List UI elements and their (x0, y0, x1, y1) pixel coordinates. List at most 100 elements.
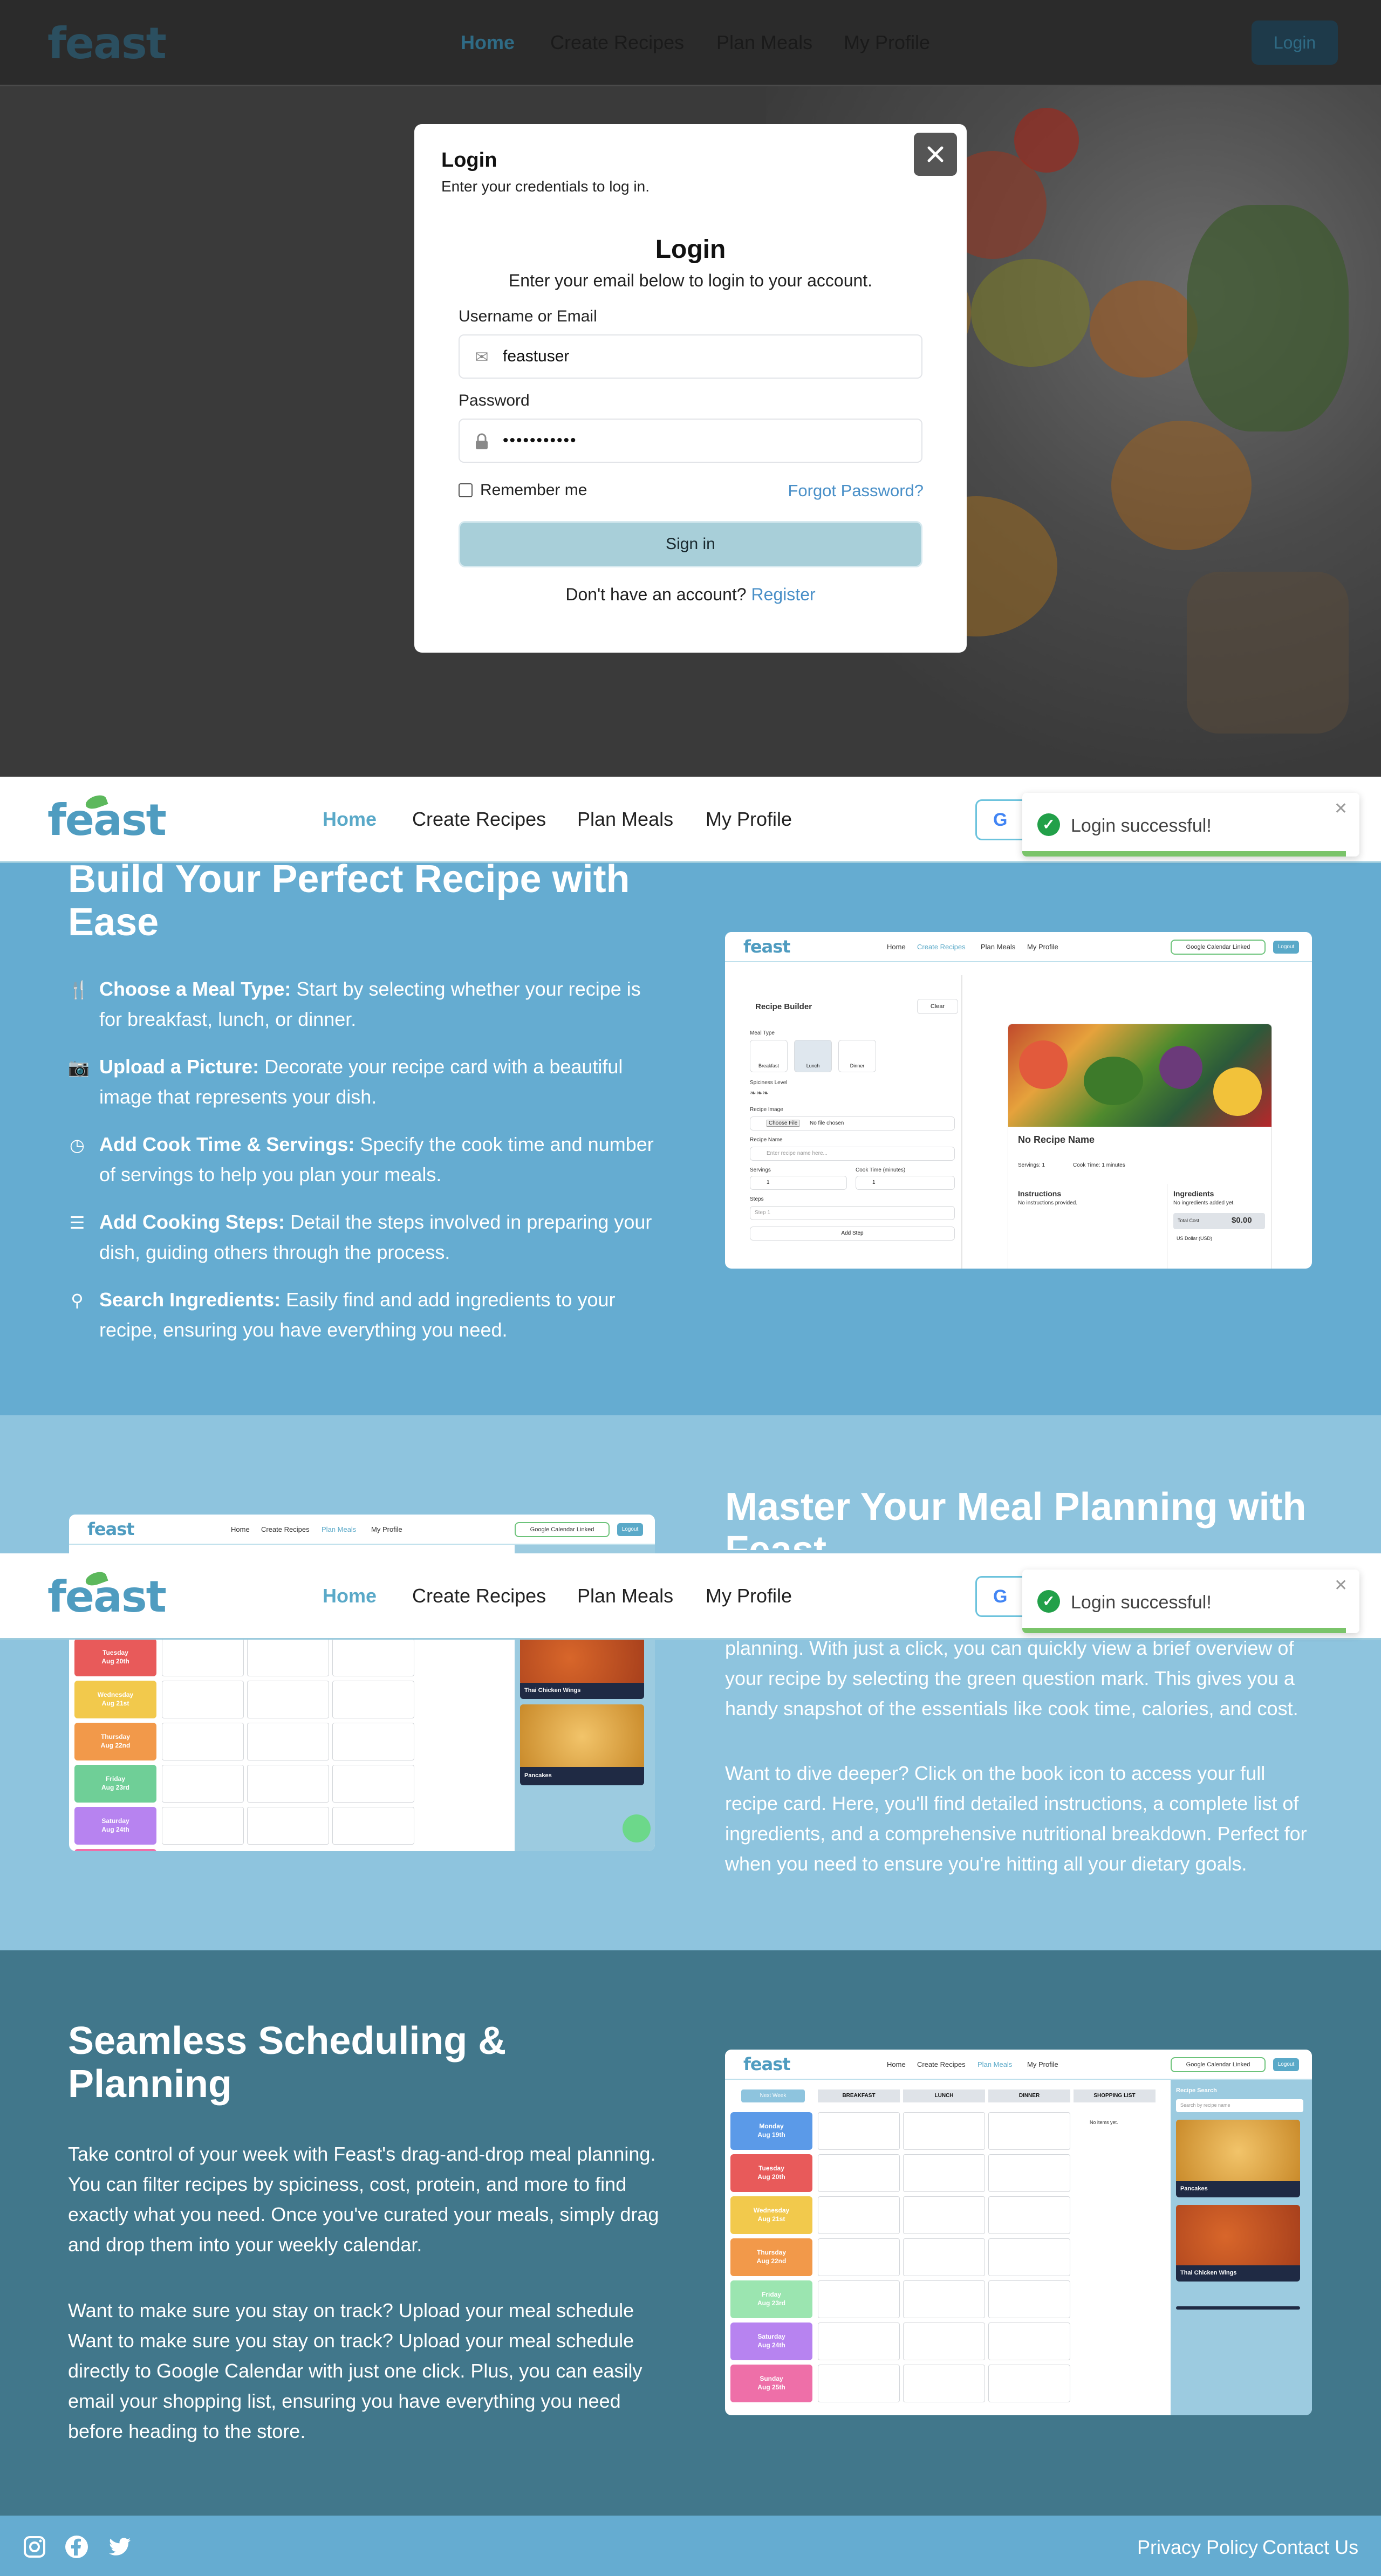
check-icon: ✓ (1037, 1590, 1060, 1613)
mini-no-ingredients: No ingredients added yet. (1173, 1200, 1235, 1206)
toast-progress-bar (1022, 1628, 1346, 1633)
mini-next-week-button: Next Week (741, 2089, 805, 2102)
mini-no-items: No items yet. (1090, 2120, 1118, 2125)
feature-meal-planning: Master Your Meal Planning with Feast pla… (0, 1415, 1381, 1950)
mini-card-cooktime: Cook Time: 1 minutes (1073, 1162, 1125, 1168)
lock-icon (473, 433, 491, 451)
sign-in-button[interactable]: Sign in (459, 521, 922, 567)
remember-label: Remember me (480, 481, 587, 499)
nav-my-profile[interactable]: My Profile (706, 1585, 792, 1607)
mini-day-tuesday: Tuesday Aug 20th (730, 2154, 812, 2192)
close-icon (927, 146, 944, 162)
mini-calendar-button: Google Calendar Linked (1171, 2057, 1266, 2072)
close-icon[interactable]: ✕ (1334, 799, 1348, 818)
feature1-item-picture: 📷 Upload a Picture: Decorate your recipe… (68, 1052, 661, 1112)
mini-nav-home: Home (231, 1525, 250, 1533)
mini-meal-breakfast: Breakfast (750, 1040, 788, 1072)
mini-nav-plan: Plan Meals (322, 1525, 357, 1533)
mini-nav-home: Home (887, 943, 906, 951)
mini-total-value: $0.00 (1232, 1216, 1252, 1225)
mini-builder-title: Recipe Builder (755, 1002, 812, 1011)
feature-scheduling: Seamless Scheduling & Planning Take cont… (0, 1950, 1381, 2516)
mini-col-lunch: LUNCH (903, 2089, 985, 2102)
nav-my-profile-dimmed[interactable]: My Profile (844, 31, 930, 54)
mini-day-tuesday: Tuesday Aug 20th (74, 1639, 156, 1676)
nav-my-profile[interactable]: My Profile (706, 808, 792, 831)
nav-plan-meals[interactable]: Plan Meals (577, 1585, 673, 1607)
mini-nav-create: Create Recipes (917, 2060, 966, 2068)
mini-file-input: Choose File No file chosen (750, 1116, 955, 1131)
mini-meal-dinner: Dinner (838, 1040, 876, 1072)
instagram-icon[interactable] (22, 2534, 47, 2560)
nav-home[interactable]: Home (323, 808, 377, 831)
nav-create-recipes-dimmed[interactable]: Create Recipes (550, 31, 684, 54)
modal-close-button[interactable] (914, 133, 957, 176)
mini-day-sunday: Sunday Aug 25th (730, 2365, 812, 2402)
feature3-paragraph-2: Want to make sure you stay on track? Upl… (68, 2299, 642, 2442)
feature2-title: Master Your Meal Planning with Feast (725, 1485, 1307, 1550)
search-icon: ⚲ (71, 1291, 84, 1310)
nav-create-recipes[interactable]: Create Recipes (412, 1585, 546, 1607)
mini-instructions-title: Instructions (1018, 1189, 1062, 1198)
mini-recipe-label: Thai Chicken Wings (1176, 2265, 1300, 2282)
mini-search-input: Search by recipe name (1176, 2099, 1303, 2112)
nav-create-recipes[interactable]: Create Recipes (412, 808, 546, 831)
check-icon: ✓ (1037, 813, 1060, 836)
mini-logo: feast (87, 1519, 135, 1539)
toast-notification: ✓ Login successful! ✕ (1022, 1570, 1359, 1633)
feature1-title: Build Your Perfect Recipe with Ease (68, 858, 630, 944)
mini-recipe-label: Pancakes (1176, 2181, 1300, 2197)
twitter-icon[interactable] (107, 2534, 133, 2560)
mini-no-file: No file chosen (810, 1120, 844, 1126)
mini-logo: feast (743, 936, 791, 957)
forgot-password-link[interactable]: Forgot Password? (783, 481, 924, 501)
mini-recipe-image (520, 1704, 644, 1769)
mini-recipe-label: Pancakes (520, 1767, 644, 1785)
navbar: feast Home Create Recipes Plan Meals My … (0, 1553, 1381, 1640)
footer: Privacy Policy Contact Us (0, 2516, 1381, 2576)
username-input[interactable]: ✉ feastuser (459, 334, 922, 379)
remember-checkbox[interactable] (459, 483, 473, 497)
mini-recipe-image (1176, 2205, 1300, 2267)
mini-total-cost: Total Cost $0.00 (1173, 1213, 1265, 1229)
feature2-paragraph-1: planning. With just a click, you can qui… (725, 1637, 1298, 1719)
mail-icon: ✉ (475, 348, 489, 366)
feature1-item-cook-time: ◷ Add Cook Time & Servings: Specify the … (68, 1129, 661, 1190)
mini-day-friday: Friday Aug 23rd (730, 2280, 812, 2318)
password-input[interactable]: ••••••••••• (459, 419, 922, 463)
mini-nav-profile: My Profile (1027, 2060, 1058, 2068)
close-icon[interactable]: ✕ (1334, 1576, 1348, 1595)
footer-contact-link[interactable]: Contact Us (1262, 2536, 1358, 2559)
mini-recipe-image (1008, 1024, 1271, 1127)
list-icon: ☰ (69, 1213, 85, 1232)
camera-icon: 📷 (68, 1058, 90, 1077)
nav-plan-meals-dimmed[interactable]: Plan Meals (716, 31, 812, 54)
feature1-item-steps: ☰ Add Cooking Steps: Detail the steps in… (68, 1207, 661, 1268)
mini-clear-button: Clear (917, 999, 958, 1014)
modal-header-title: Login (441, 149, 497, 172)
mini-col-dinner: DINNER (988, 2089, 1070, 2102)
feature1-item-ingredients: ⚲ Search Ingredients: Easily find and ad… (68, 1285, 661, 1345)
mini-calendar-button: Google Calendar Linked (515, 1522, 610, 1537)
toast-message: Login successful! (1071, 1592, 1212, 1613)
mini-logout-button: Logout (1273, 941, 1299, 954)
toast-progress-bar (1022, 851, 1346, 857)
footer-privacy-link[interactable]: Privacy Policy (1137, 2536, 1258, 2559)
mini-day-thursday: Thursday Aug 22nd (730, 2238, 812, 2276)
nav-home-dimmed[interactable]: Home (461, 31, 515, 54)
nav-home[interactable]: Home (323, 1585, 377, 1607)
mini-nav-plan: Plan Meals (981, 943, 1016, 951)
nav-plan-meals[interactable]: Plan Meals (577, 808, 673, 831)
mini-col-shopping: SHOPPING LIST (1074, 2089, 1156, 2102)
register-link[interactable]: Register (751, 585, 815, 604)
mini-search-title: Recipe Search (1176, 2087, 1217, 2094)
mini-image-label: Recipe Image (750, 1107, 783, 1113)
feature-build-recipe: Build Your Perfect Recipe with Ease 🍴 Ch… (0, 858, 1381, 1415)
mini-calendar-button: Google Calendar Linked (1171, 940, 1266, 955)
login-card-title: Login (655, 235, 726, 264)
login-button-dimmed[interactable]: Login (1252, 20, 1338, 65)
toast-message: Login successful! (1071, 816, 1212, 836)
facebook-icon[interactable] (64, 2534, 90, 2560)
mini-nav-plan: Plan Meals (977, 2060, 1013, 2068)
mini-recipe-label: Thai Chicken Wings (520, 1683, 644, 1699)
